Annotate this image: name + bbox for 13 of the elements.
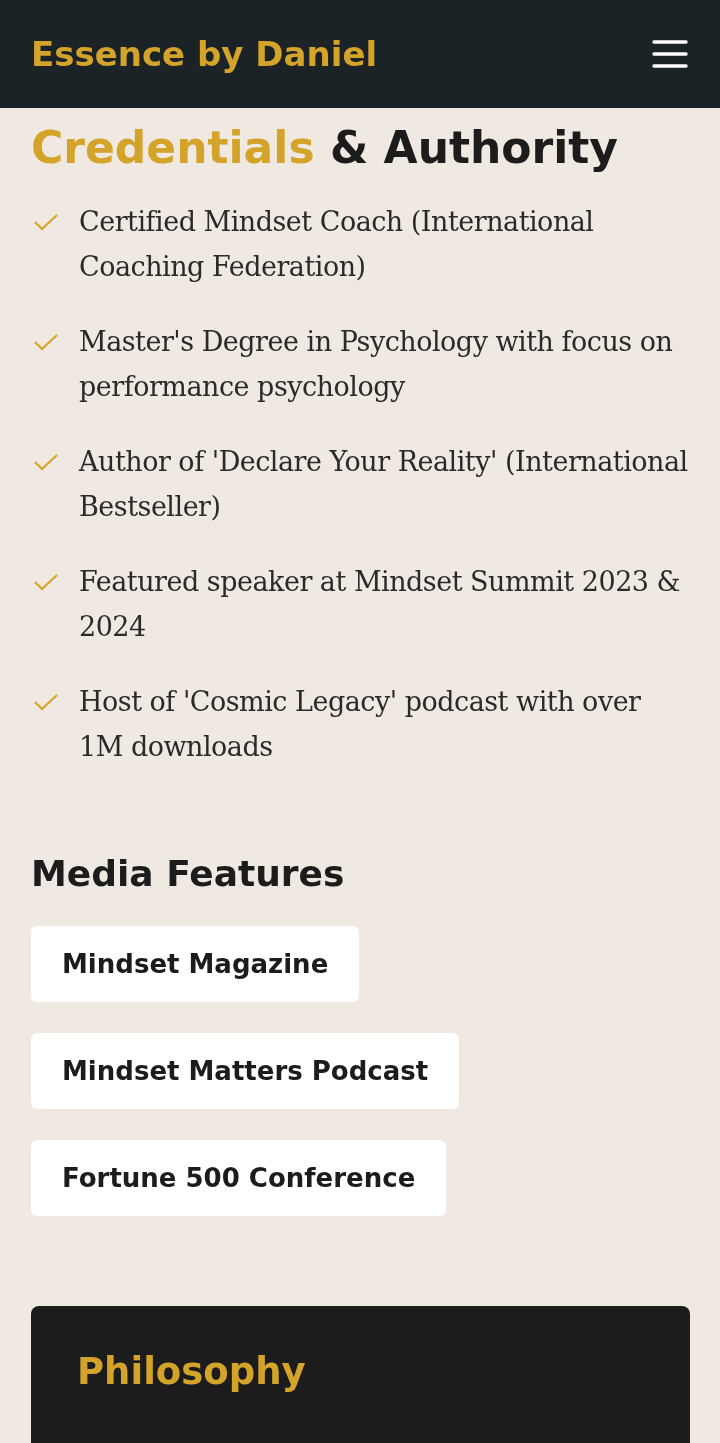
credential-text: Host of 'Cosmic Legacy' podcast with over 1M downloads [79,685,642,764]
section-heading: Credentials & Authority [31,122,620,173]
site-title[interactable]: Essence by Daniel [31,34,378,74]
credential-text: Certified Mindset Coach (International Coaching Federation) [79,205,595,284]
credential-text: Master's Degree in Psychology with focus on performance psychology [79,325,674,404]
media-feature-tag: Fortune 500 Conference [31,1140,447,1216]
card-title: Philosophy [77,1350,307,1393]
media-feature-tag: Mindset Magazine [31,926,360,1002]
section-heading: Media Features [31,853,346,894]
credential-text: Author of 'Declare Your Reality' (International Bestseller) [79,445,689,524]
media-feature-tag: Mindset Matters Podcast [31,1033,460,1109]
credential-text: Featured speaker at Mindset Summit 2023 & 2024 [79,565,682,644]
menu-icon[interactable] [652,39,688,69]
